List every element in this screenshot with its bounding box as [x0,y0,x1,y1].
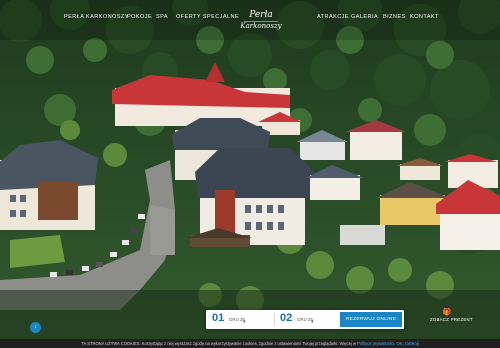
gift-voucher-label: ZOBACZ PREZENT [430,317,473,322]
hotel-aerial-illustration [0,0,500,348]
nav-link-oferty-specjalne[interactable]: OFERTY SPECJALNE [176,14,239,20]
site-logo[interactable]: Perła Karkonoszy [236,11,286,39]
nav-link-biznes[interactable]: BIZNES [383,14,406,20]
nav-link-galeria[interactable]: GALERIA [351,14,378,20]
checkin-day: 01 [212,312,225,324]
chevron-down-icon: ▾ [311,319,314,325]
logo-line-1: Perła [249,10,273,20]
nav-link-spa[interactable]: SPA [156,14,168,20]
nav-link-perla-karkonoszy[interactable]: PERŁA KARKONOSZY [64,14,129,20]
cookie-text: TA STRONA UŻYWA COOKIES. Korzystając z n… [81,341,356,346]
privacy-policy-link[interactable]: Polityce prywatności [357,341,394,346]
logo-line-2: Karkonoszy [240,22,282,30]
date-divider [274,313,275,326]
gift-voucher-link[interactable]: 🎁 ZOBACZ PREZENT [430,309,473,327]
logo-divider [244,21,278,22]
chevron-down-icon: ▾ [243,319,246,325]
arrow-down-icon[interactable]: ↓ [30,322,41,333]
checkout-day: 02 [280,312,293,324]
nav-link-pokoje[interactable]: POKOJE [127,14,152,20]
gift-icon: 🎁 [442,309,452,316]
hero-photo [0,0,500,348]
cookie-banner: TA STRONA UŻYWA COOKIES. Korzystając z n… [0,339,500,348]
checkin-date[interactable]: 01 GRU 25 ▾ [212,312,275,326]
checkout-date[interactable]: 02 GRU 25 ▾ [280,312,335,326]
nav-link-kontakt[interactable]: KONTAKT [410,14,439,20]
cookie-close-button[interactable]: OK, zamknij [396,341,418,346]
booking-widget: 01 GRU 25 ▾ 02 GRU 25 ▾ REZERWUJ ONLINE [206,310,404,329]
book-online-button[interactable]: REZERWUJ ONLINE [340,312,402,327]
nav-link-atrakcje[interactable]: ATRAKCJE [317,14,349,20]
